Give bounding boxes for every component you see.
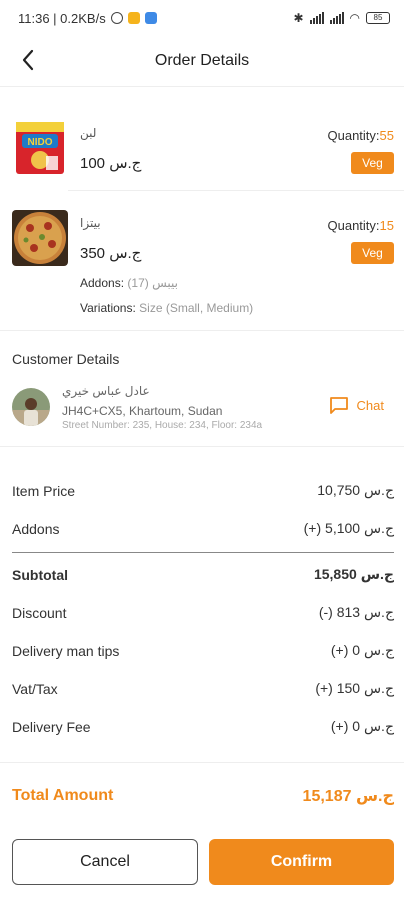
item-image: NIDO <box>12 120 68 176</box>
section-divider <box>0 446 404 447</box>
summary-value: (+) 5,100 ج.س <box>303 520 394 536</box>
veg-badge: Veg <box>351 152 394 174</box>
customer-address: JH4C+CX5, Khartoum, Sudan <box>62 404 223 418</box>
item-name: لبن <box>80 126 97 140</box>
battery-icon: 85 <box>366 12 390 24</box>
addons-value: بيبس (17) <box>127 276 178 290</box>
customer-avatar <box>12 388 50 426</box>
addons-row: Addons (+) 5,100 ج.س <box>12 520 394 537</box>
cancel-button[interactable]: Cancel <box>12 839 198 885</box>
wifi-icon: ◠ <box>349 11 360 25</box>
signal-icon-2 <box>329 12 344 24</box>
item-image <box>12 210 68 266</box>
notification-app-icon-2 <box>144 12 157 24</box>
addons-label: Addons: <box>80 276 125 290</box>
item-divider <box>68 190 404 191</box>
item-name: بيتزا <box>80 216 101 230</box>
header-divider <box>0 86 404 87</box>
confirm-button[interactable]: Confirm <box>209 839 394 885</box>
summary-value: (+) 150 ج.س <box>315 680 394 696</box>
item-price: 100 ج.س <box>80 155 142 172</box>
total-divider <box>0 762 404 763</box>
item-addons: Addons: بيبس (17) <box>80 276 178 290</box>
status-time: 11:36 | 0.2KB/s <box>18 10 106 26</box>
summary-label: Delivery man tips <box>12 642 120 659</box>
chat-icon <box>329 397 348 414</box>
status-left: 11:36 | 0.2KB/s <box>18 11 157 26</box>
item-price-row: Item Price 10,750 ج.س <box>12 482 394 499</box>
summary-value: 10,750 ج.س <box>317 482 394 498</box>
chat-button[interactable]: Chat <box>329 396 384 414</box>
tips-row: Delivery man tips (+) 0 ج.س <box>12 642 394 659</box>
back-arrow-icon <box>22 49 34 71</box>
variations-label: Variations: <box>80 301 136 315</box>
delivery-fee-row: Delivery Fee (+) 0 ج.س <box>12 718 394 735</box>
summary-value: 15,850 ج.س <box>313 566 394 582</box>
summary-value: (+) 0 ج.س <box>330 642 394 658</box>
quantity-value: 55 <box>379 128 394 143</box>
back-button[interactable] <box>12 44 44 76</box>
summary-label: Addons <box>12 520 60 537</box>
quantity-value: 15 <box>379 218 394 233</box>
summary-label: Delivery Fee <box>12 718 91 735</box>
summary-label: Item Price <box>12 482 76 499</box>
summary-value: (+) 0 ج.س <box>330 718 394 734</box>
svg-text:NIDO: NIDO <box>28 137 53 148</box>
signal-icon <box>309 12 324 24</box>
customer-name: عادل عباس خيري <box>62 384 150 398</box>
quantity-label: Quantity: <box>327 128 380 143</box>
item-variations: Variations: Size (Small, Medium) <box>80 301 253 315</box>
status-bar: 11:36 | 0.2KB/s ✱ ◠ 85 <box>0 0 404 36</box>
bluetooth-icon: ✱ <box>293 11 304 25</box>
section-divider <box>0 330 404 331</box>
order-item: NIDO لبن 100 ج.س Quantity:55 Veg <box>12 120 394 182</box>
chat-label: Chat <box>356 397 384 413</box>
item-quantity: Quantity:15 <box>328 218 395 233</box>
subtotal-row: Subtotal 15,850 ج.س <box>12 566 394 583</box>
variations-value: Size (Small, Medium) <box>139 301 254 315</box>
vat-row: Vat/Tax (+) 150 ج.س <box>12 680 394 697</box>
order-item: بيتزا 350 ج.س Quantity:15 Veg Addons: بي… <box>12 210 394 322</box>
total-value: 15,187 ج.س <box>302 788 394 805</box>
quantity-label: Quantity: <box>327 218 380 233</box>
alarm-icon <box>110 12 123 24</box>
customer-section-title: Customer Details <box>12 351 120 367</box>
summary-label: Discount <box>12 604 67 621</box>
item-price: 350 ج.س <box>80 245 142 262</box>
veg-badge: Veg <box>351 242 394 264</box>
customer-street: Street Number: 235, House: 234, Floor: 2… <box>62 420 263 431</box>
total-label: Total Amount <box>12 787 114 804</box>
summary-label: Vat/Tax <box>12 680 58 697</box>
item-quantity: Quantity:55 <box>328 128 395 143</box>
discount-row: Discount (-) 813 ج.س <box>12 604 394 621</box>
summary-label: Subtotal <box>12 566 68 583</box>
status-right: ✱ ◠ 85 <box>293 11 390 25</box>
summary-value: (-) 813 ج.س <box>318 604 394 620</box>
page-title: Order Details <box>154 52 250 69</box>
total-row: Total Amount 15,187 ج.س <box>12 786 394 806</box>
subtotal-divider <box>12 552 394 553</box>
notification-app-icon <box>127 12 140 24</box>
app-header: Order Details <box>0 36 404 86</box>
